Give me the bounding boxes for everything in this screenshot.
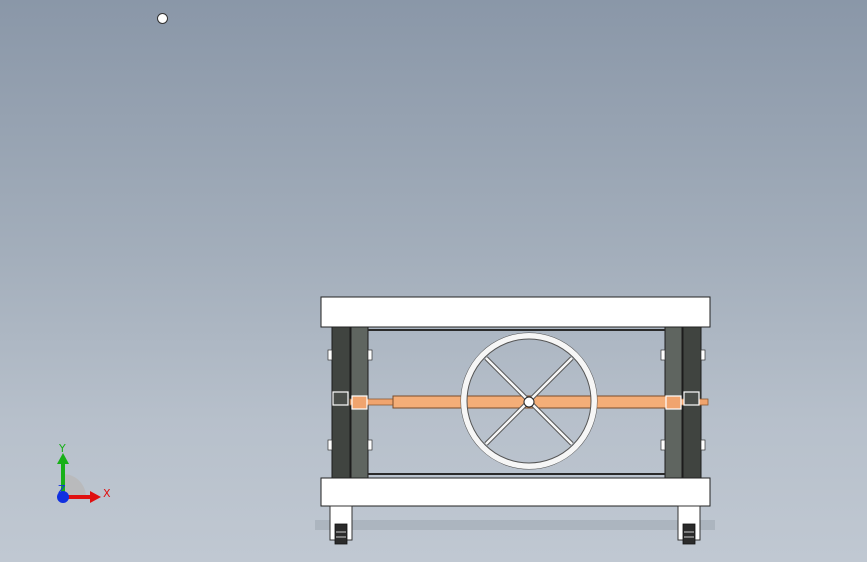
left-tab-upper — [327, 349, 333, 361]
model-view[interactable] — [0, 0, 867, 562]
right-tab-lower — [700, 439, 706, 451]
right-caster[interactable] — [677, 505, 701, 545]
right-tab-upper — [700, 349, 706, 361]
bottom-slab[interactable] — [320, 477, 711, 507]
triad-z-label: Z — [58, 483, 66, 496]
right-caster-wheel — [682, 523, 696, 545]
handwheel-hub — [523, 396, 535, 408]
left-caster[interactable] — [329, 505, 353, 545]
left-inner-tab-upper — [367, 349, 373, 361]
left-outer-bearing[interactable] — [332, 391, 349, 406]
right-inner-bearing[interactable] — [665, 395, 682, 410]
left-inner-bearing[interactable] — [351, 395, 368, 410]
graphics-viewport[interactable]: Y X Z — [0, 0, 867, 562]
triad-y-label: Y — [58, 442, 66, 455]
triad-x-label: X — [103, 487, 111, 500]
model-shadow — [315, 520, 715, 530]
left-tab-lower — [327, 439, 333, 451]
left-inner-tab-lower — [367, 439, 373, 451]
top-slab[interactable] — [320, 296, 711, 328]
left-caster-wheel — [334, 523, 348, 545]
right-inner-tab-lower — [660, 439, 666, 451]
triad-x-arrow-icon — [90, 491, 101, 503]
right-inner-tab-upper — [660, 349, 666, 361]
reference-triad: Y X Z — [57, 442, 111, 503]
right-outer-bearing[interactable] — [683, 391, 700, 406]
